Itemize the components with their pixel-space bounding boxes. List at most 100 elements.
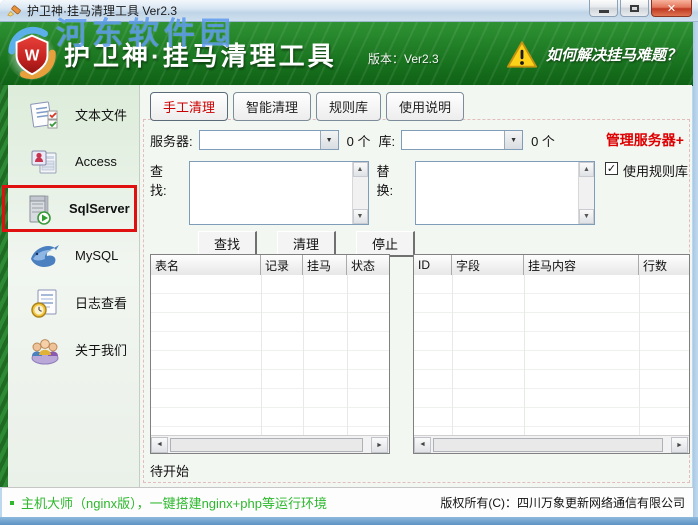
app-header: W 护卫神·挂马清理工具 版本：Ver2.3 如何解决挂马难题？ bbox=[0, 22, 693, 86]
window-title: 护卫神·挂马清理工具 Ver2.3 bbox=[27, 4, 178, 18]
shield-logo-icon: W bbox=[6, 26, 58, 81]
column-header-field[interactable]: 字段 bbox=[452, 255, 524, 275]
check-icon: ✓ bbox=[606, 163, 617, 175]
horizontal-scrollbar[interactable]: ◄ ► bbox=[414, 435, 689, 453]
log-view-icon bbox=[31, 289, 57, 318]
column-header-trojan-content[interactable]: 挂马内容 bbox=[524, 255, 639, 275]
horizontal-scrollbar[interactable]: ◄ ► bbox=[151, 435, 389, 453]
maximize-button[interactable] bbox=[620, 0, 649, 17]
scroll-left-icon[interactable]: ◄ bbox=[414, 436, 431, 453]
tab-bar: 手工清理 智能清理 规则库 使用说明 bbox=[150, 92, 465, 121]
sidebar-item-label: 关于我们 bbox=[75, 343, 128, 358]
tables-result-list: 表名 记录 挂马 状态 ◄ ► bbox=[150, 254, 390, 454]
sidebar-item-about-us[interactable]: 关于我们 bbox=[8, 326, 139, 373]
promo-bullet bbox=[10, 500, 14, 505]
header-help-link[interactable]: 如何解决挂马难题？ bbox=[506, 40, 681, 69]
minimize-icon bbox=[598, 10, 609, 13]
minimize-button[interactable] bbox=[589, 0, 618, 17]
column-divider bbox=[452, 275, 453, 436]
sidebar-item-label: SqlServer bbox=[69, 201, 130, 216]
column-header-records[interactable]: 记录 bbox=[261, 255, 303, 275]
column-divider bbox=[524, 275, 525, 436]
manage-servers-link[interactable]: 管理服务器+ bbox=[606, 130, 684, 150]
access-icon bbox=[31, 150, 57, 173]
chevron-down-icon[interactable]: ▼ bbox=[319, 131, 338, 149]
server-label: 服务器: bbox=[150, 133, 193, 149]
column-header-status[interactable]: 状态 bbox=[347, 255, 389, 275]
window-controls: ✕ bbox=[589, 0, 692, 17]
server-select[interactable]: ▼ bbox=[198, 130, 339, 150]
sidebar-item-access[interactable]: Access bbox=[8, 138, 139, 185]
find-label: 查 找: bbox=[150, 164, 167, 198]
app-brush-icon bbox=[7, 5, 21, 17]
close-icon: ✕ bbox=[666, 2, 677, 15]
status-text: 待开始 bbox=[150, 464, 190, 479]
copyright-text: 版权所有(C)：四川万象更新网络通信有限公司 bbox=[440, 496, 685, 510]
use-rules-checkbox[interactable]: ✓ bbox=[605, 162, 618, 175]
sidebar: 文本文件 Access SqlServer MySQL 日志查看 关于我们 bbox=[2, 85, 140, 487]
scroll-left-icon[interactable]: ◄ bbox=[151, 436, 168, 453]
promo-text: 主机大师（nginx版），一键搭建nginx+php等运行环境 bbox=[21, 496, 327, 511]
sidebar-item-mysql[interactable]: MySQL bbox=[8, 232, 139, 279]
sidebar-item-text-file[interactable]: 文本文件 bbox=[8, 91, 139, 138]
tab-instructions[interactable]: 使用说明 bbox=[386, 92, 465, 121]
promo-link[interactable]: 主机大师（nginx版），一键搭建nginx+php等运行环境 bbox=[10, 493, 327, 512]
about-us-icon bbox=[31, 338, 59, 364]
svg-text:W: W bbox=[25, 48, 40, 65]
maximize-icon bbox=[630, 4, 639, 12]
mysql-icon bbox=[31, 244, 59, 267]
db-count: 0 个 bbox=[531, 133, 555, 149]
scroll-up-icon[interactable]: ▲ bbox=[579, 162, 594, 177]
scroll-down-icon[interactable]: ▼ bbox=[579, 209, 594, 224]
column-divider bbox=[639, 275, 640, 436]
left-edge-decoration bbox=[0, 85, 8, 487]
column-header-table-name[interactable]: 表名 bbox=[151, 255, 261, 275]
footer-bar: 主机大师（nginx版），一键搭建nginx+php等运行环境 版权所有(C)：… bbox=[2, 487, 693, 517]
server-db-row: 服务器: ▼ 0 个 库: ▼ 0 个 管理服务器+ bbox=[150, 130, 684, 150]
table-body[interactable] bbox=[414, 275, 689, 436]
replace-scrollbar[interactable]: ▲ ▼ bbox=[578, 162, 594, 224]
tab-rule-library[interactable]: 规则库 bbox=[316, 92, 382, 121]
table-header-row: ID 字段 挂马内容 行数 bbox=[414, 255, 689, 276]
column-header-row-count[interactable]: 行数 bbox=[639, 255, 689, 275]
column-divider bbox=[261, 275, 262, 436]
sqlserver-icon bbox=[29, 195, 51, 225]
replace-textarea[interactable]: ▲ ▼ bbox=[415, 161, 595, 225]
db-select[interactable]: ▼ bbox=[401, 130, 524, 150]
chevron-down-icon[interactable]: ▼ bbox=[504, 131, 523, 149]
db-label: 库: bbox=[378, 133, 396, 149]
use-rules-option[interactable]: ✓ 使用规则库 bbox=[605, 161, 688, 225]
scroll-right-icon[interactable]: ► bbox=[671, 437, 688, 453]
sidebar-item-label: 文本文件 bbox=[75, 108, 128, 123]
table-body[interactable] bbox=[151, 275, 389, 436]
sidebar-item-label: Access bbox=[75, 154, 117, 169]
title-bar: 护卫神·挂马清理工具 Ver2.3 ✕ bbox=[0, 0, 698, 22]
header-title: 护卫神·挂马清理工具 bbox=[64, 41, 337, 71]
find-scrollbar[interactable]: ▲ ▼ bbox=[351, 162, 368, 224]
sidebar-item-sqlserver[interactable]: SqlServer bbox=[2, 185, 137, 232]
close-button[interactable]: ✕ bbox=[651, 0, 692, 17]
tab-manual-clean[interactable]: 手工清理 bbox=[150, 92, 229, 121]
right-edge-decoration bbox=[693, 22, 698, 525]
trojan-detail-list: ID 字段 挂马内容 行数 ◄ ► bbox=[413, 254, 690, 454]
find-textarea[interactable]: ▲ ▼ bbox=[188, 161, 369, 225]
column-divider bbox=[303, 275, 304, 436]
scroll-down-icon[interactable]: ▼ bbox=[352, 209, 368, 224]
column-header-id[interactable]: ID bbox=[414, 255, 452, 275]
server-count: 0 个 bbox=[346, 133, 371, 149]
sidebar-item-log-view[interactable]: 日志查看 bbox=[8, 279, 139, 326]
column-header-trojan[interactable]: 挂马 bbox=[303, 255, 347, 275]
scrollbar-thumb[interactable] bbox=[433, 437, 663, 452]
use-rules-label: 使用规则库 bbox=[623, 164, 689, 179]
app-window: 护卫神·挂马清理工具 Ver2.3 ✕ W 护卫神·挂马清理工具 版本：Ver2… bbox=[0, 0, 698, 525]
help-link-text: 如何解决挂马难题？ bbox=[545, 47, 681, 64]
main-panel: 手工清理 智能清理 规则库 使用说明 服务器: ▼ 0 个 库: ▼ 0 个 管… bbox=[140, 85, 692, 487]
column-divider bbox=[347, 275, 348, 436]
scroll-right-icon[interactable]: ► bbox=[371, 437, 388, 453]
sidebar-item-label: MySQL bbox=[75, 248, 119, 263]
scrollbar-thumb[interactable] bbox=[170, 437, 363, 452]
tab-smart-clean[interactable]: 智能清理 bbox=[233, 92, 312, 121]
scroll-up-icon[interactable]: ▲ bbox=[352, 162, 368, 177]
find-replace-row: 查 找: ▲ ▼ 替 换: ▲ ▼ ✓ 使用规则库 bbox=[150, 161, 688, 225]
table-header-row: 表名 记录 挂马 状态 bbox=[151, 255, 389, 276]
